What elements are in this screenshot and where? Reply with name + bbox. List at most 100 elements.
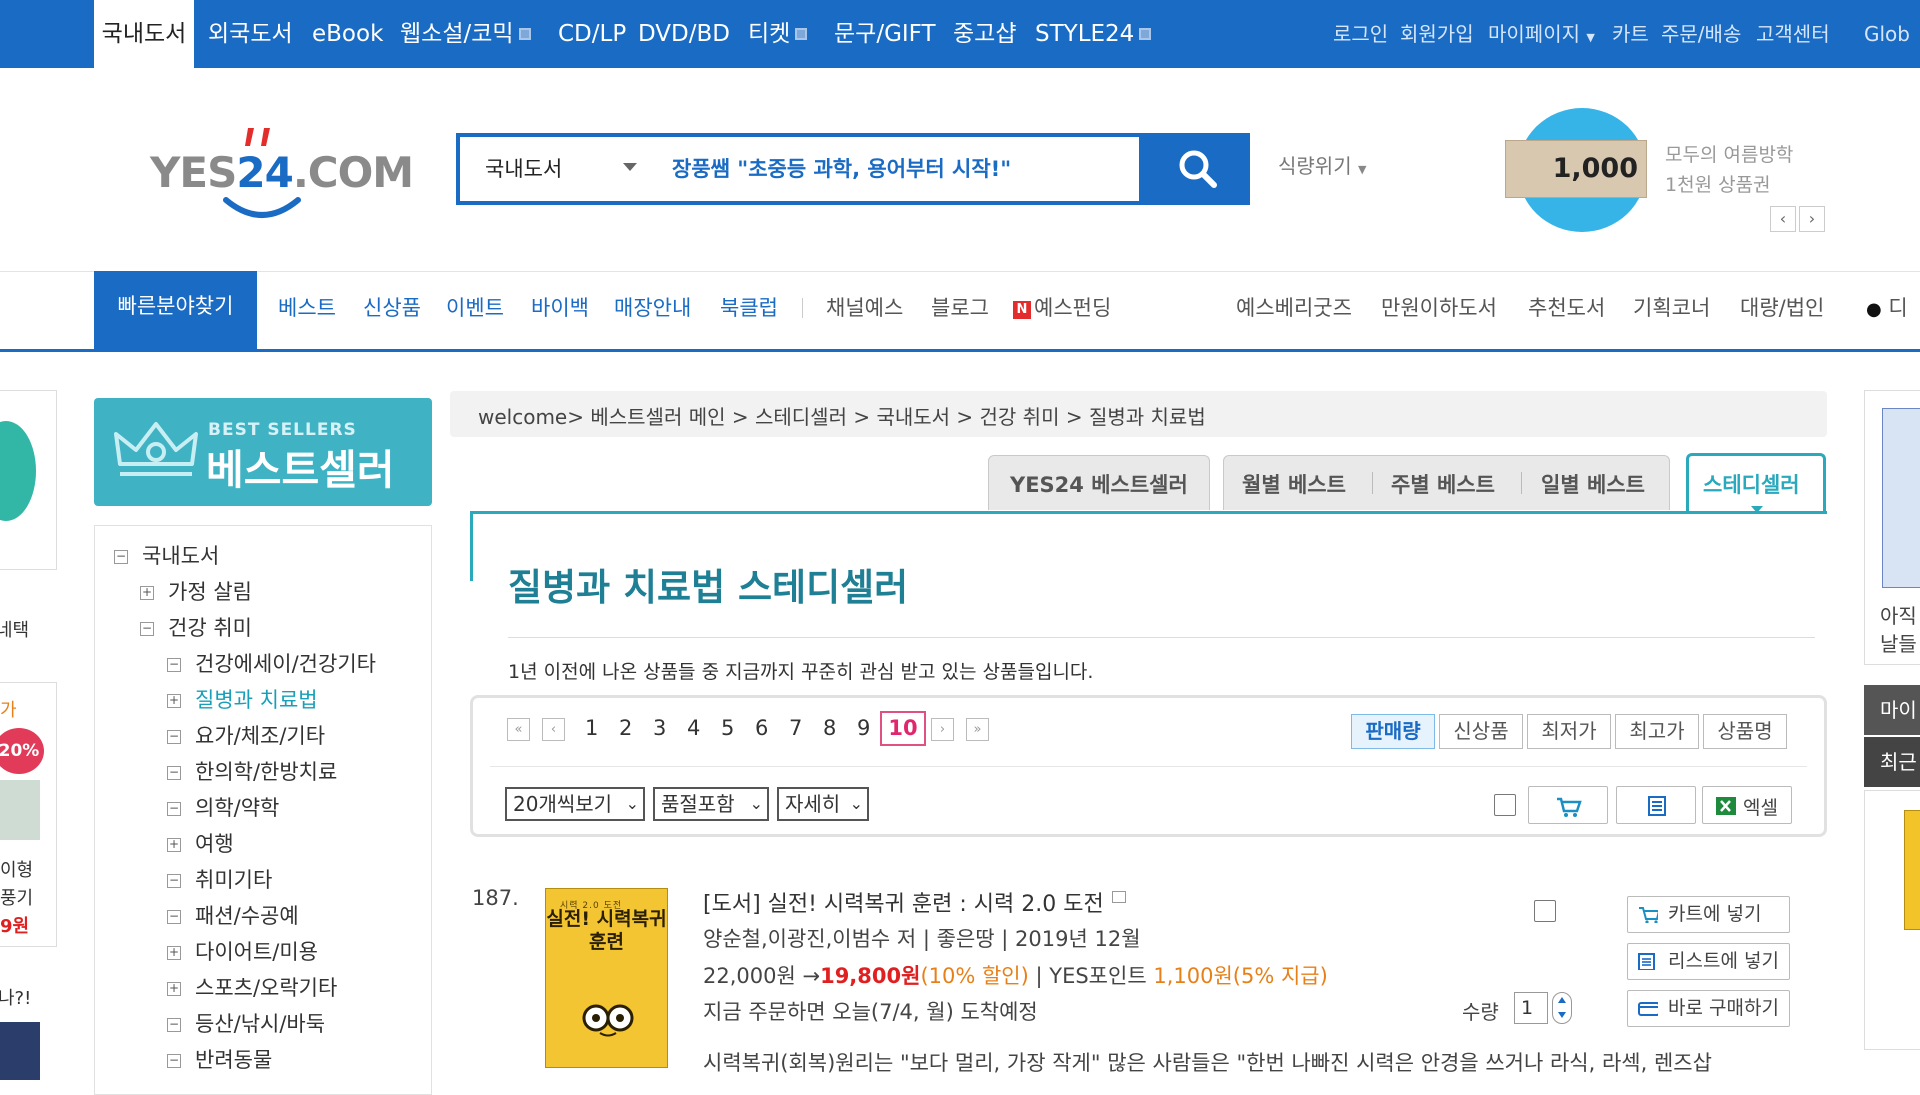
expand-icon[interactable]: +	[167, 982, 181, 996]
tree-item-health-hobby[interactable]: − 건강 취미	[140, 612, 252, 642]
yes24-logo[interactable]: YES24.COM	[150, 120, 414, 220]
nav-best[interactable]: 베스트	[278, 292, 336, 322]
nav-under-10000[interactable]: 만원이하도서	[1381, 292, 1497, 322]
tab-webnovel-comic[interactable]: 웹소설/코믹	[400, 0, 531, 68]
next-page-button[interactable]: ›	[931, 718, 954, 741]
sort-sales[interactable]: 판매량	[1351, 714, 1435, 749]
promo-prev-button[interactable]: ‹	[1770, 206, 1796, 232]
collapse-icon[interactable]: −	[167, 766, 181, 780]
nav-buyback[interactable]: 바이백	[531, 292, 589, 322]
quantity-input[interactable]: 1	[1514, 992, 1548, 1024]
add-selected-to-list-button[interactable]	[1616, 786, 1696, 824]
new-window-icon[interactable]	[1111, 891, 1126, 903]
nav-bulk-corporate[interactable]: 대량/법인	[1740, 292, 1824, 322]
decrement-icon[interactable]	[1558, 1012, 1566, 1018]
customer-center-link[interactable]: 고객센터	[1756, 0, 1830, 68]
tab-dvd-bd[interactable]: DVD/BD	[638, 0, 730, 68]
search-input[interactable]: 장풍쌤 "초중등 과학, 용어부터 시작!"	[672, 133, 1011, 205]
global-link[interactable]: Glob	[1864, 0, 1910, 68]
excel-export-button[interactable]: 엑셀	[1702, 786, 1792, 824]
nav-store-info[interactable]: 매장안내	[614, 292, 691, 322]
nav-bookclub[interactable]: 북클럽	[720, 292, 778, 322]
tree-item-hobby-etc[interactable]: − 취미기타	[167, 864, 272, 894]
nav-new[interactable]: 신상품	[363, 292, 421, 322]
trending-keyword[interactable]: 식량위기 ▼	[1278, 150, 1366, 179]
view-mode-select[interactable]: 자세히 ⌄	[777, 787, 869, 821]
quick-category-button[interactable]: 빠른분야찾기	[94, 271, 257, 349]
page-5[interactable]: 5	[721, 716, 734, 740]
sort-highest-price[interactable]: 최고가	[1615, 714, 1699, 749]
tree-item-home[interactable]: + 가정 살림	[140, 576, 252, 606]
promo-title[interactable]: 모두의 여름방학	[1665, 140, 1793, 167]
expand-icon[interactable]: +	[167, 694, 181, 708]
right-edge-book-image[interactable]	[1882, 408, 1920, 588]
right-recent-item-image[interactable]	[1904, 810, 1920, 930]
page-9[interactable]: 9	[857, 716, 870, 740]
expand-icon[interactable]: +	[140, 586, 154, 600]
tree-item-disease-treatment[interactable]: + 질병과 치료법	[167, 684, 318, 714]
collapse-icon[interactable]: −	[114, 550, 128, 564]
tree-item-diet-beauty[interactable]: + 다이어트/미용	[167, 936, 318, 966]
tree-item-oriental-medicine[interactable]: − 한의학/한방치료	[167, 756, 337, 786]
nav-blog[interactable]: 블로그	[931, 292, 989, 322]
nav-recommended[interactable]: 추천도서	[1528, 292, 1605, 322]
tree-item-domestic[interactable]: − 국내도서	[114, 540, 219, 570]
search-category-select[interactable]: 국내도서	[485, 133, 562, 205]
tab-used-shop[interactable]: 중고샵	[953, 0, 1016, 68]
tab-stationery-gift[interactable]: 문구/GIFT	[834, 0, 936, 68]
collapse-icon[interactable]: −	[167, 802, 181, 816]
tree-item-health-essay[interactable]: − 건강에세이/건강기타	[167, 648, 376, 678]
product-checkbox[interactable]	[1534, 900, 1556, 922]
tree-item-fashion-craft[interactable]: − 패션/수공예	[167, 900, 299, 930]
order-delivery-link[interactable]: 주문/배송	[1661, 0, 1741, 68]
mypage-link[interactable]: 마이페이지 ▼	[1488, 0, 1595, 68]
collapse-icon[interactable]: −	[167, 658, 181, 672]
left-edge-banner[interactable]	[0, 390, 57, 570]
product-title[interactable]: [도서] 실전! 시력복귀 훈련 : 시력 2.0 도전	[703, 886, 1126, 918]
per-page-select[interactable]: 20개씩보기 ⌄	[505, 787, 645, 821]
quantity-stepper[interactable]	[1552, 992, 1572, 1024]
last-page-button[interactable]: »	[966, 718, 989, 741]
expand-icon[interactable]: +	[167, 838, 181, 852]
add-to-list-button[interactable]: 리스트에 넣기	[1627, 943, 1790, 980]
cart-link[interactable]: 카트	[1612, 0, 1649, 68]
tree-item-travel[interactable]: + 여행	[167, 828, 234, 858]
nav-event[interactable]: 이벤트	[446, 292, 504, 322]
page-1[interactable]: 1	[585, 716, 598, 740]
collapse-icon[interactable]: −	[167, 1054, 181, 1068]
collapse-icon[interactable]: −	[167, 730, 181, 744]
right-quick-recent[interactable]: 최근	[1864, 737, 1920, 787]
collapse-icon[interactable]: −	[140, 622, 154, 636]
signup-link[interactable]: 회원가입	[1400, 0, 1474, 68]
add-to-cart-button[interactable]: 카트에 넣기	[1627, 896, 1790, 933]
collapse-icon[interactable]: −	[167, 874, 181, 888]
page-8[interactable]: 8	[823, 716, 836, 740]
sort-lowest-price[interactable]: 최저가	[1527, 714, 1611, 749]
tab-ebook[interactable]: eBook	[312, 0, 383, 68]
first-page-button[interactable]: «	[507, 718, 530, 741]
gift-card-image[interactable]: 1,000	[1505, 140, 1647, 198]
promo-subtitle[interactable]: 1천원 상품권	[1665, 170, 1771, 197]
page-6[interactable]: 6	[755, 716, 768, 740]
nav-disney[interactable]: ● 디	[1866, 292, 1908, 322]
login-link[interactable]: 로그인	[1333, 0, 1388, 68]
tree-item-yoga[interactable]: − 요가/체조/기타	[167, 720, 325, 750]
add-selected-to-cart-button[interactable]	[1528, 786, 1608, 824]
nav-featured[interactable]: 기획코너	[1633, 292, 1710, 322]
product-author-publisher[interactable]: 양순철,이광진,이범수 저 | 좋은땅 | 2019년 12월	[703, 923, 1141, 953]
page-3[interactable]: 3	[653, 716, 666, 740]
sort-newest[interactable]: 신상품	[1439, 714, 1523, 749]
tab-ticket[interactable]: 티켓	[748, 0, 808, 68]
select-all-checkbox[interactable]	[1494, 794, 1516, 816]
tree-item-pets[interactable]: − 반려동물	[167, 1044, 272, 1074]
collapse-icon[interactable]: −	[167, 910, 181, 924]
page-current[interactable]: 10	[880, 711, 926, 746]
tab-foreign-books[interactable]: 외국도서	[208, 0, 293, 68]
breadcrumb-path[interactable]: welcome> 베스트셀러 메인 > 스테디셀러 > 국내도서 > 건강 취미…	[478, 401, 1206, 430]
promo-next-button[interactable]: ›	[1799, 206, 1825, 232]
increment-icon[interactable]	[1558, 997, 1566, 1003]
search-button[interactable]	[1143, 133, 1250, 205]
tab-style24[interactable]: STYLE24	[1035, 0, 1152, 68]
expand-icon[interactable]: +	[167, 946, 181, 960]
prev-page-button[interactable]: ‹	[542, 718, 565, 741]
